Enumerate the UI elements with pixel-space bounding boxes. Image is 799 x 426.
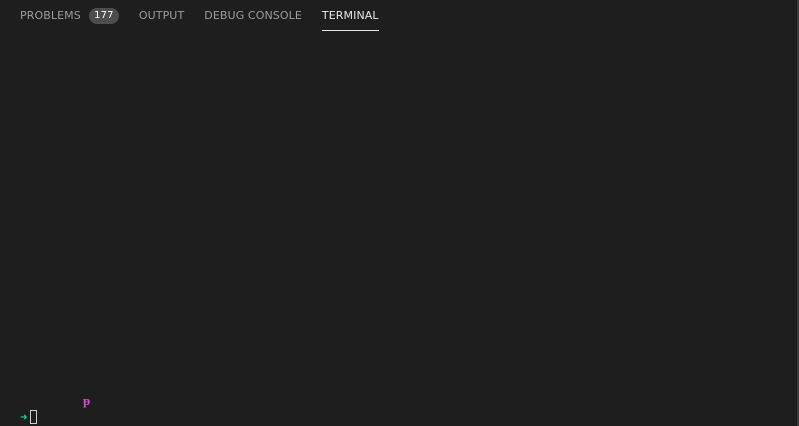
tab-terminal-label: TERMINAL xyxy=(321,9,379,22)
panel-tab-bar: PROBLEMS 177 OUTPUT DEBUG CONSOLE TERMIN… xyxy=(0,0,379,34)
terminal-cursor xyxy=(30,410,38,424)
terminal-prompt-line[interactable]: ➜ xyxy=(20,410,38,424)
bottom-panel: PROBLEMS 177 OUTPUT DEBUG CONSOLE TERMIN… xyxy=(0,0,799,426)
tab-problems[interactable]: PROBLEMS 177 xyxy=(20,0,119,31)
terminal-view[interactable]: ᵽ ➜ xyxy=(0,34,797,426)
tab-output-label: OUTPUT xyxy=(138,9,185,22)
prompt-arrow-icon: ➜ xyxy=(20,410,28,424)
tab-terminal[interactable]: TERMINAL xyxy=(321,0,379,31)
git-branch-icon: ᵽ xyxy=(83,394,91,409)
tab-output[interactable]: OUTPUT xyxy=(139,0,184,31)
tab-debug-console-label: DEBUG CONSOLE xyxy=(204,9,302,22)
tab-problems-label: PROBLEMS xyxy=(20,9,81,22)
problems-count-badge: 177 xyxy=(88,7,119,24)
tab-debug-console[interactable]: DEBUG CONSOLE xyxy=(204,0,302,31)
